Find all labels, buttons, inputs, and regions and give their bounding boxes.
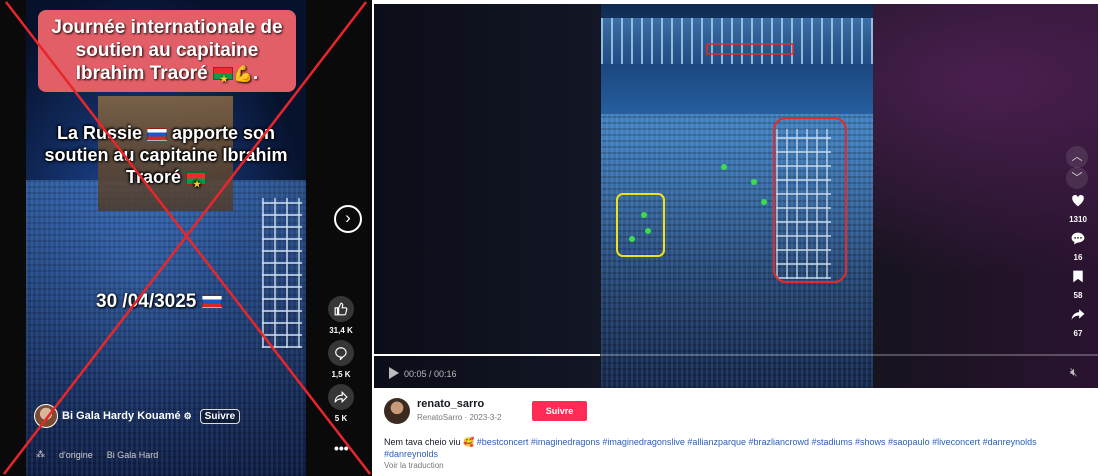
subtitle-part-1: La Russie [56,123,142,143]
like-button[interactable]: 31,4 K [326,296,356,335]
video-player[interactable]: ︿ ﹀ 1310 16 58 67 00:05 / 00:16 🔇︎ [374,4,1098,388]
previous-video-button[interactable]: ︿ [1066,146,1088,168]
russia-flag-icon [201,295,222,309]
left-bottom-text-1: d'origine [59,449,93,460]
like-count: 1310 [1069,215,1087,224]
burkina-faso-flag-icon [186,171,207,195]
bookmark-icon [1073,270,1083,283]
left-follow-button[interactable]: Suivre [199,408,241,424]
concert-video-frame[interactable] [601,4,873,388]
concert-crowd [601,114,873,388]
overlay-date: 30 /04/3025 [96,291,222,313]
left-stage-tower [262,198,302,348]
green-balloon [629,236,635,242]
author-username[interactable]: renato_sarro [417,398,484,410]
author-meta: RenatoSarro · 2023-3-2 [417,413,502,422]
left-author-row: Bi Gala Hardy Kouamé ⚙ Suivre [34,404,241,428]
green-balloon [751,179,757,185]
share-arrow-icon [1071,309,1085,320]
share-button[interactable]: 67 [1064,308,1092,338]
green-balloon [641,212,647,218]
share-count: 5 K [334,414,348,423]
green-balloon [721,164,727,170]
left-bottom-text-2[interactable]: Bi Gala Hard [107,450,159,460]
caption-emoji: 🥰 [463,437,475,447]
comment-bubble-icon [328,340,354,366]
caption-text: Nem tava cheio viu [384,437,461,447]
green-balloon [645,228,651,234]
left-post-screenshot: Journée internationale de soutien au cap… [0,0,372,476]
next-video-button[interactable]: ﹀ [1066,167,1088,189]
caption-hashtags[interactable]: #bestconcert #imaginedragons #imaginedra… [384,437,1037,459]
comment-count: 16 [1073,253,1083,262]
progress-bar-fill [374,354,601,356]
like-count: 31,4 K [329,326,353,335]
burkina-faso-flag-icon [213,67,234,91]
right-post-screenshot: ︿ ﹀ 1310 16 58 67 00:05 / 00:16 🔇︎ renat… [374,4,1098,472]
title-banner: Journée internationale de soutien au cap… [38,10,296,92]
translate-link[interactable]: Voir la traduction [384,461,444,470]
sound-icon[interactable]: ⁂ [36,449,45,460]
mute-icon[interactable]: 🔇︎ [1070,365,1078,380]
save-button[interactable]: 58 [1064,270,1092,300]
comment-count: 1,5 K [331,370,351,379]
save-count: 58 [1073,291,1083,300]
russia-flag-icon [147,127,168,141]
like-button[interactable]: 1310 [1064,194,1092,224]
avatar[interactable] [34,404,58,428]
green-balloon [761,199,767,205]
overlay-date-text: 30 /04/3025 [96,291,197,312]
post-info: renato_sarro RenatoSarro · 2023-3-2 Suiv… [374,388,1098,472]
post-caption: Nem tava cheio viu 🥰 #bestconcert #imagi… [384,436,1084,460]
play-button[interactable] [388,366,400,380]
progress-bar[interactable] [374,354,1098,356]
left-bottom-bar: ⁂ d'origine Bi Gala Hard [36,449,158,460]
stadium-roof [601,18,873,64]
heart-icon [1072,194,1084,207]
share-arrow-icon [328,384,354,410]
stage-tower [776,129,831,279]
thumbs-up-icon [328,296,354,322]
more-options-button[interactable]: ••• [334,440,349,456]
avatar[interactable] [384,398,410,424]
next-video-button[interactable]: › [334,205,362,233]
left-verified-icon: ⚙ [183,410,192,421]
comment-button[interactable]: 1,5 K [326,340,356,379]
overlay-subtitle: La Russie apporte son soutien au capitai… [30,122,302,195]
share-count: 67 [1073,329,1083,338]
comment-button[interactable]: 16 [1064,232,1092,262]
player-controls: 00:05 / 00:16 🔇︎ [374,354,1098,388]
left-author-name[interactable]: Bi Gala Hardy Kouamé [62,410,181,422]
comment-bubble-icon [1071,232,1085,245]
time-display: 00:05 / 00:16 [404,369,457,379]
follow-button[interactable]: Suivre [532,401,587,421]
share-button[interactable]: 5 K [326,384,356,423]
flexed-biceps-icon: 💪 [233,66,253,83]
